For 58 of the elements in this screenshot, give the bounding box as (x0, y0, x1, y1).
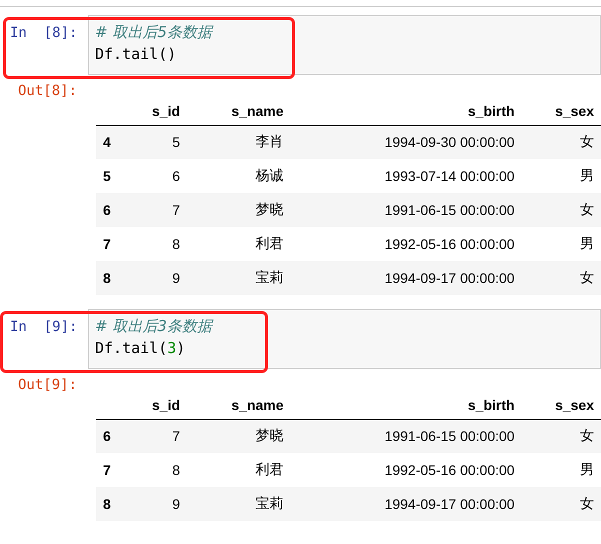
table-cell: 男 (522, 453, 601, 487)
table-cell: 1994-09-30 00:00:00 (290, 125, 522, 159)
table-cell: 9 (124, 261, 188, 295)
code-editor[interactable]: # 取出后5条数据 Df.tail() (88, 15, 601, 75)
input-prompt: In [8]: (9, 24, 78, 41)
row-index: 8 (96, 487, 124, 521)
table-cell: 梦晓 (187, 193, 291, 227)
output-prompt: Out[9]: (17, 377, 78, 393)
column-header: s_sex (522, 99, 601, 125)
table-cell: 9 (124, 487, 188, 521)
column-header: s_name (187, 99, 291, 125)
output-prompt: Out[8]: (17, 83, 78, 99)
table-cell: 利君 (187, 453, 291, 487)
row-index: 4 (96, 125, 124, 159)
table-cell: 1991-06-15 00:00:00 (290, 193, 522, 227)
table-cell: 梦晓 (187, 419, 291, 453)
code-line: # 取出后3条数据 (95, 316, 214, 337)
table-cell: 7 (124, 419, 188, 453)
column-header: s_birth (290, 393, 522, 419)
column-header: s_birth (290, 99, 522, 125)
table-cell: 李肖 (187, 125, 291, 159)
table-cell: 8 (124, 453, 188, 487)
table-cell: 1993-07-14 00:00:00 (290, 159, 522, 193)
row-index: 5 (96, 159, 124, 193)
table-cell: 1994-09-17 00:00:00 (290, 487, 522, 521)
table-cell: 利君 (187, 227, 291, 261)
table-cell: 5 (124, 125, 188, 159)
table-cell: 1991-06-15 00:00:00 (290, 419, 522, 453)
code-line: Df.tail() (95, 44, 178, 65)
table-cell: 女 (522, 419, 601, 453)
column-header: s_id (124, 393, 188, 419)
table-cell: 女 (522, 261, 601, 295)
table-cell: 女 (522, 125, 601, 159)
code-line: Df.tail(3) (95, 338, 186, 359)
row-index: 7 (96, 453, 124, 487)
input-prompt: In [9]: (9, 318, 78, 335)
column-header: s_id (124, 99, 188, 125)
row-index: 8 (96, 261, 124, 295)
table-cell: 8 (124, 227, 188, 261)
row-index: 6 (96, 419, 124, 453)
code-line: # 取出后5条数据 (95, 22, 214, 43)
table-cell: 女 (522, 487, 601, 521)
row-index: 7 (96, 227, 124, 261)
table-cell: 7 (124, 193, 188, 227)
table-cell: 1994-09-17 00:00:00 (290, 261, 522, 295)
table-cell: 男 (522, 227, 601, 261)
table-cell: 宝莉 (187, 487, 291, 521)
table-cell: 1992-05-16 00:00:00 (290, 227, 522, 261)
table-cell: 女 (522, 193, 601, 227)
column-header: s_name (187, 393, 291, 419)
table-cell: 1992-05-16 00:00:00 (290, 453, 522, 487)
table-cell: 杨诚 (187, 159, 291, 193)
column-header: s_sex (522, 393, 601, 419)
table-cell: 男 (522, 159, 601, 193)
table-cell: 宝莉 (187, 261, 291, 295)
row-index: 6 (96, 193, 124, 227)
table-cell: 6 (124, 159, 188, 193)
code-editor[interactable]: # 取出后3条数据 Df.tail(3) (88, 309, 601, 369)
